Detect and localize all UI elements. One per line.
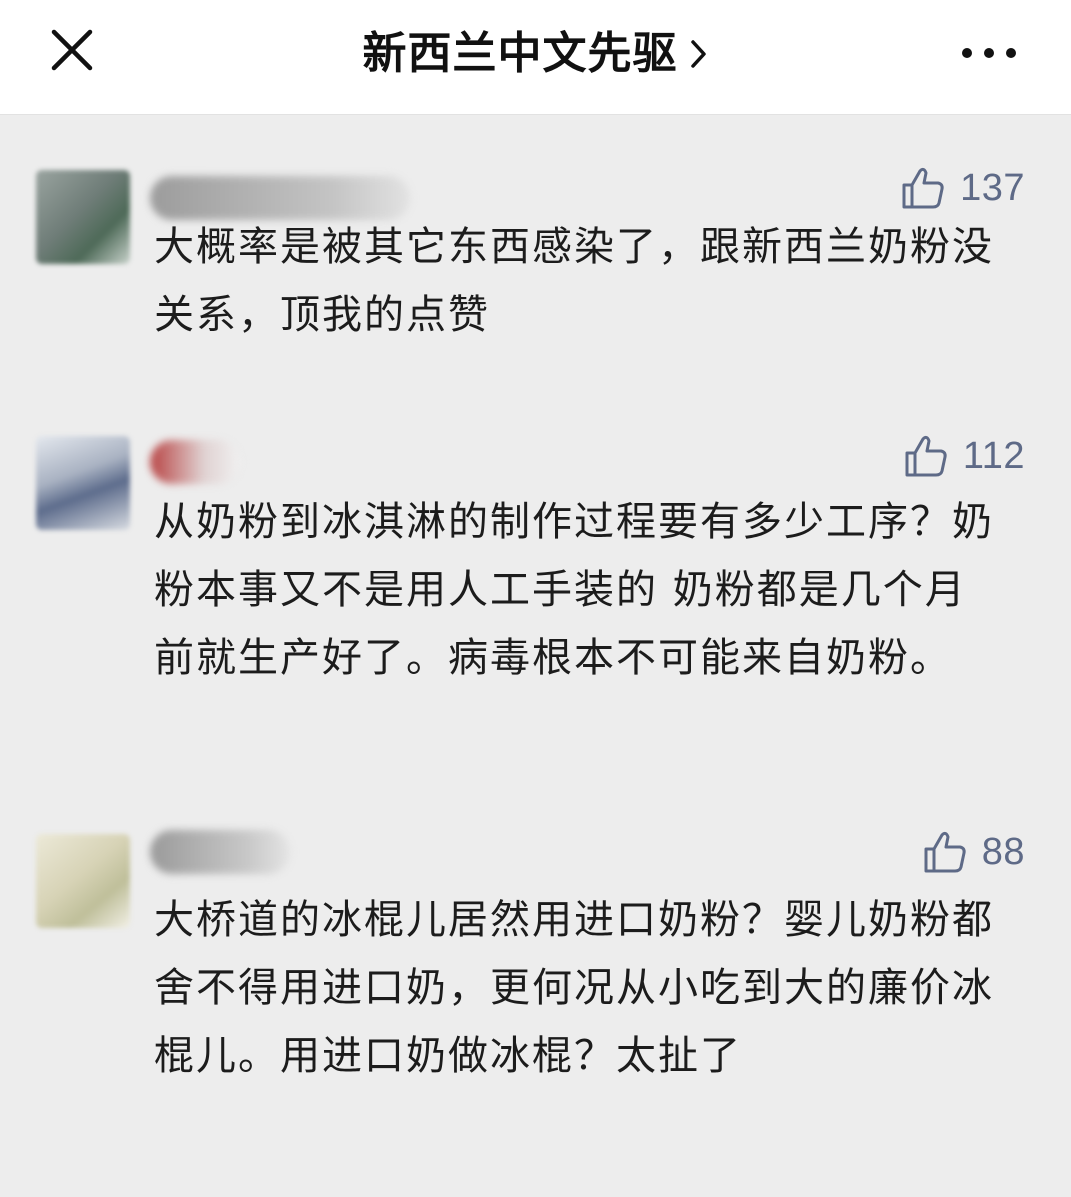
like-button[interactable]: 112 bbox=[903, 431, 1025, 481]
avatar bbox=[36, 436, 130, 530]
comment-text: 从奶粉到冰淇淋的制作过程要有多少工序？奶粉本事又不是用人工手装的 奶粉都是几个月… bbox=[154, 499, 994, 681]
avatar bbox=[36, 170, 130, 264]
avatar bbox=[36, 834, 130, 928]
like-count: 88 bbox=[981, 830, 1025, 873]
nickname-redacted bbox=[150, 440, 240, 484]
thumbs-up-icon bbox=[902, 167, 944, 209]
like-count: 112 bbox=[962, 434, 1025, 477]
account-title: 新西兰中文先驱 bbox=[362, 27, 678, 79]
comment-text: 大概率是被其它东西感染了，跟新西兰奶粉没关系，顶我的点赞 bbox=[154, 224, 994, 338]
comment-item: 137 大概率是被其它东西感染了，跟新西兰奶粉没关系，顶我的点赞 bbox=[0, 150, 1071, 380]
like-button[interactable]: 137 bbox=[900, 163, 1025, 213]
comment-item: 112 从奶粉到冰淇淋的制作过程要有多少工序？奶粉本事又不是用人工手装的 奶粉都… bbox=[0, 420, 1071, 780]
nickname-redacted bbox=[150, 830, 290, 874]
comment-text: 大桥道的冰棍儿居然用进口奶粉？婴儿奶粉都舍不得用进口奶，更何况从小吃到大的廉价冰… bbox=[154, 897, 994, 1079]
comment-item: 88 大桥道的冰棍儿居然用进口奶粉？婴儿奶粉都舍不得用进口奶，更何况从小吃到大的… bbox=[0, 810, 1071, 1170]
chevron-right-icon bbox=[690, 39, 706, 68]
account-title-link[interactable]: 新西兰中文先驱 bbox=[0, 24, 1071, 82]
like-button[interactable]: 88 bbox=[922, 827, 1025, 877]
like-count: 137 bbox=[960, 166, 1025, 209]
top-navigation-bar: 新西兰中文先驱 bbox=[0, 0, 1071, 115]
more-options-button[interactable] bbox=[959, 38, 1019, 68]
more-dots-icon bbox=[962, 48, 1016, 58]
thumbs-up-icon bbox=[924, 831, 966, 873]
thumbs-up-icon bbox=[905, 435, 947, 477]
